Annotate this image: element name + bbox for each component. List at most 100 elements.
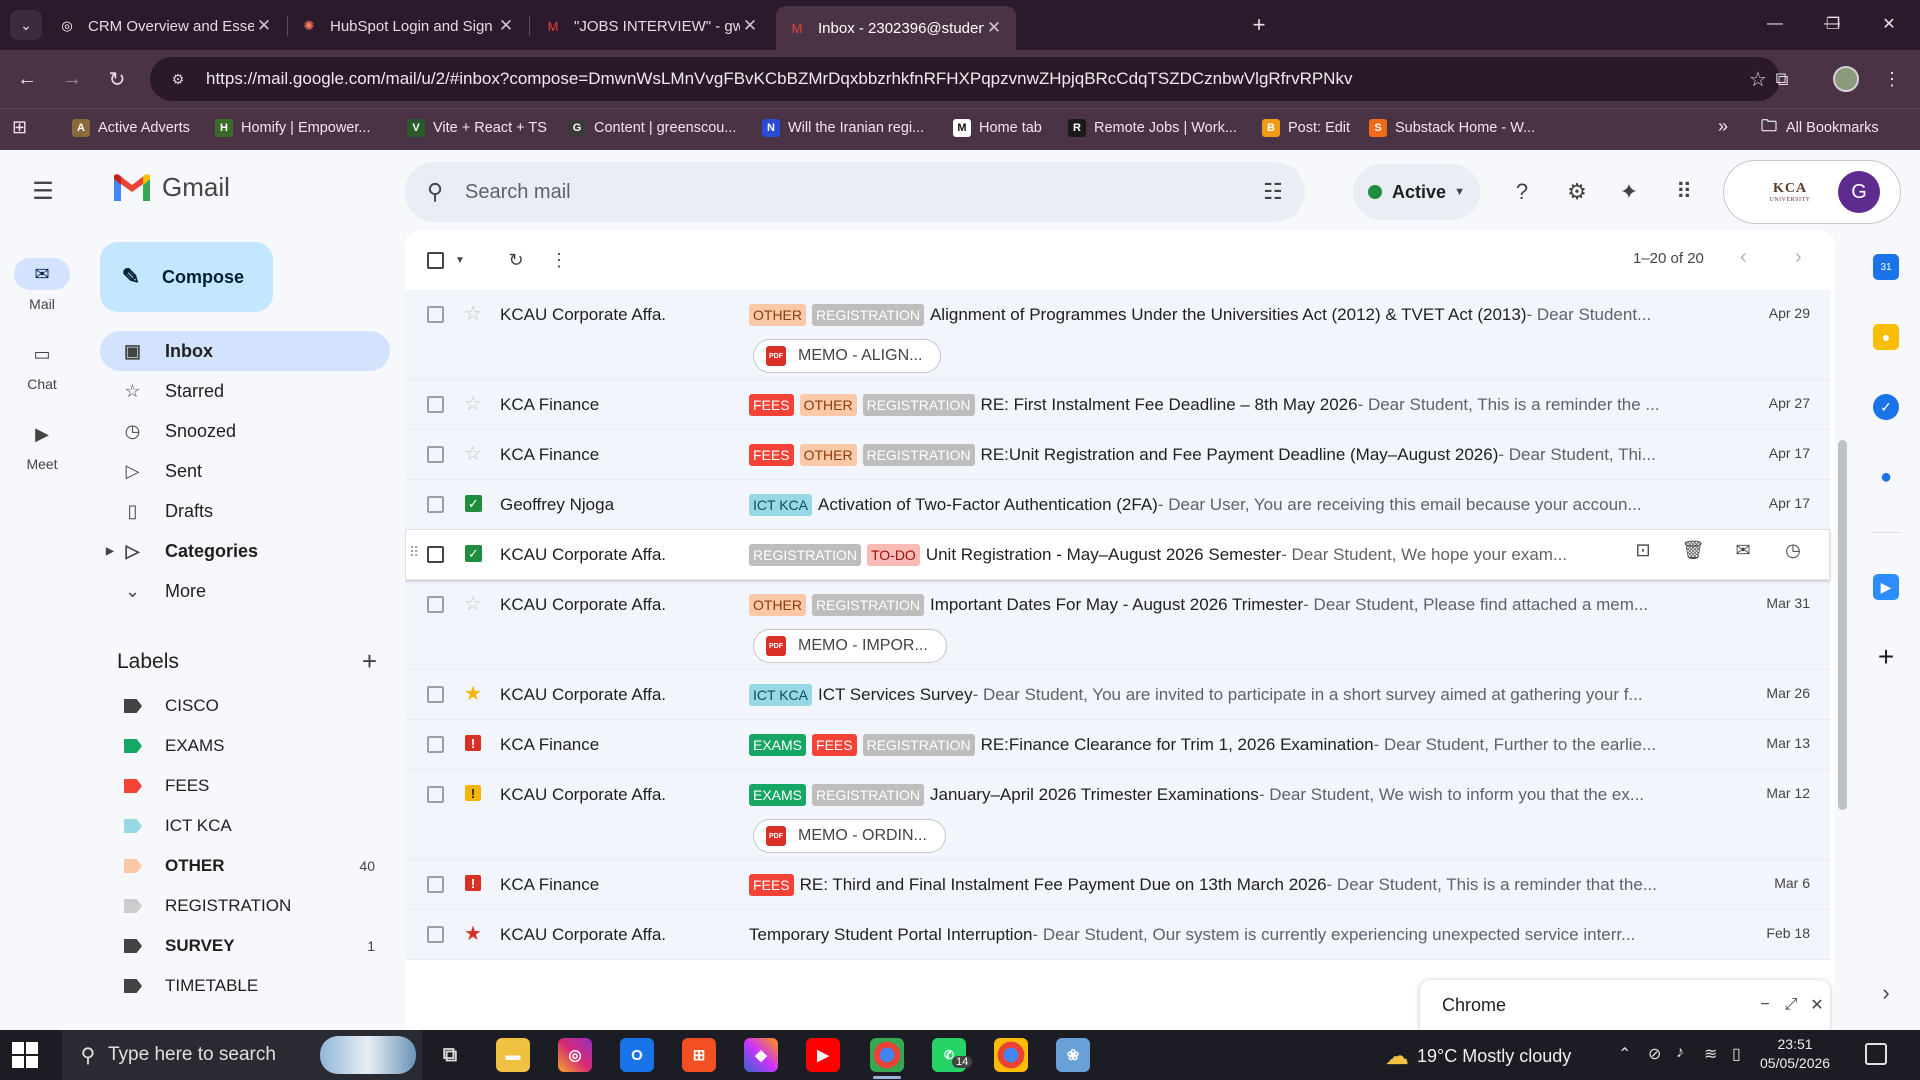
app-icon[interactable]: ❀ [1056,1038,1090,1072]
bookmark-item[interactable]: R Remote Jobs | Work... [1068,119,1237,137]
red-star-icon[interactable]: ★ [462,922,484,945]
rail-item-chat[interactable]: ▭ Chat [12,338,72,393]
email-line[interactable]: ✓ Geoffrey Njoga ICT KCA Activation of Two-… [405,480,1830,529]
browser-tab[interactable]: M "JOBS INTERVIEW" - gwangeshi✕ [532,6,772,46]
older-page-icon[interactable]: › [1795,246,1802,269]
outlook-icon[interactable]: O [620,1038,654,1072]
mail-list-scrollbar[interactable] [1836,290,1848,1030]
battery-icon[interactable]: ▯ [1732,1044,1741,1064]
select-all-checkbox[interactable] [427,246,444,274]
attachment-chip[interactable]: PDF MEMO - ALIGN... [753,339,942,373]
refresh-icon[interactable]: ↻ [501,246,531,274]
email-row[interactable]: ✓ Geoffrey Njoga ICT KCA Activation of Two-… [405,480,1830,530]
email-row[interactable]: ! KCA Finance EXAMS FEES REGISTRATION RE:Fina… [405,720,1830,770]
calendar-icon[interactable]: 31 [1873,254,1899,280]
email-line[interactable]: ⠿ ✓ KCAU Corporate Affa. REGISTRATION TO-DO U… [405,530,1830,579]
archive-icon[interactable]: ⊡ [1618,540,1668,561]
label-chip[interactable]: REGISTRATION [862,444,975,466]
label-item[interactable]: REGISTRATION [100,886,390,926]
taskbar-search-input[interactable]: Type here to search [108,1044,276,1066]
file-explorer-icon[interactable]: ▬ [496,1038,530,1072]
google-apps-icon[interactable]: ⠿ [1667,175,1701,209]
label-chip[interactable]: OTHER [799,444,857,466]
label-item[interactable]: CISCO [100,686,390,726]
yellow-bang-icon[interactable]: ! [465,785,481,801]
email-checkbox[interactable] [427,596,444,613]
url-text[interactable]: https://mail.google.com/mail/u/2/#inbox?… [206,69,1736,89]
status-button[interactable]: Active ▼ [1353,164,1480,220]
chrome-profile-icon[interactable] [994,1038,1028,1072]
close-tab-icon[interactable]: ✕ [496,16,516,36]
drag-handle-icon[interactable]: ⠿ [409,544,419,561]
forward-button[interactable]: → [57,64,87,94]
bookmark-item[interactable]: G Content | greenscou... [568,119,736,137]
browser-tab[interactable]: ✺ HubSpot Login and Sign in ✕ [288,6,528,46]
email-row[interactable]: ! KCAU Corporate Affa. EXAMS REGISTRATION Ja… [405,770,1830,860]
email-row[interactable]: ☆ KCA Finance FEES OTHER REGISTRATION RE:Unit… [405,430,1830,480]
gmail-logo[interactable]: Gmail [112,172,230,203]
nav-item-sent[interactable]: ▷ Sent [100,451,390,491]
label-chip[interactable]: ICT KCA [749,494,812,516]
bookmark-item[interactable]: V Vite + React + TS [407,119,547,137]
browser-tab[interactable]: M Inbox - 2302396@students.kcau✕ [776,6,1016,50]
tab-search-button[interactable]: ⌄ [10,10,42,40]
expand-arrow-icon[interactable]: ▶ [106,546,114,557]
instagram-icon[interactable]: ◎ [558,1038,592,1072]
close-tab-icon[interactable]: ✕ [254,16,274,36]
star-icon[interactable]: ☆ [462,442,484,465]
email-line[interactable]: ☆ KCAU Corporate Affa. OTHER REGISTRATION Al… [405,290,1830,339]
bookmark-item[interactable]: M Home tab [953,119,1042,137]
more-actions-icon[interactable]: ⋮ [549,246,569,274]
email-checkbox[interactable] [427,496,444,513]
label-chip[interactable]: REGISTRATION [862,394,975,416]
gemini-sparkle-icon[interactable]: ✦ [1612,175,1646,209]
main-menu-icon[interactable]: ☰ [28,176,58,206]
label-chip[interactable]: OTHER [749,304,806,326]
task-view-icon[interactable]: ⧉ [433,1038,467,1072]
star-icon[interactable]: ☆ [462,302,484,325]
apps-grid-icon[interactable]: ⊞ [12,117,27,138]
email-checkbox[interactable] [427,926,444,943]
email-checkbox[interactable] [427,786,444,803]
star-icon[interactable]: ☆ [462,592,484,615]
close-tab-icon[interactable]: ✕ [740,16,760,36]
nav-item-drafts[interactable]: ▯ Drafts [100,491,390,531]
nav-item-snoozed[interactable]: ◷ Snoozed [100,411,390,451]
label-item[interactable]: SURVEY 1 [100,926,390,966]
copilot-icon[interactable]: ◆ [744,1038,778,1072]
nav-item-more[interactable]: ⌄ More [100,571,390,611]
email-line[interactable]: ★ KCAU Corporate Affa. Temporary Student P… [405,910,1830,959]
reload-button[interactable]: ↻ [102,64,132,94]
green-check-icon[interactable]: ✓ [465,545,482,562]
email-checkbox[interactable] [427,446,444,463]
delete-icon[interactable]: 🗑 [1668,540,1718,561]
mark-unread-icon[interactable]: ✉ [1718,540,1768,561]
label-item[interactable]: TIMETABLE [100,966,390,1006]
label-chip[interactable]: OTHER [749,594,806,616]
bookmark-item[interactable]: A Active Adverts [72,119,190,137]
email-checkbox[interactable] [427,546,444,563]
search-input[interactable]: Search mail [465,181,1241,204]
email-row[interactable]: ★ KCAU Corporate Affa. ICT KCA ICT Services… [405,670,1830,720]
email-checkbox[interactable] [427,396,444,413]
email-checkbox[interactable] [427,306,444,323]
tasks-icon[interactable]: ✓ [1873,394,1899,420]
label-chip[interactable]: REGISTRATION [812,594,924,616]
label-chip[interactable]: FEES [749,874,794,896]
label-chip[interactable]: REGISTRATION [862,734,975,756]
weather-widget[interactable]: ☁ 19°C Mostly cloudy [1385,1042,1571,1071]
help-icon[interactable]: ? [1505,175,1539,209]
email-line[interactable]: ★ KCAU Corporate Affa. ICT KCA ICT Services… [405,670,1830,719]
settings-gear-icon[interactable]: ⚙ [1560,175,1594,209]
label-chip[interactable]: REGISTRATION [812,784,924,806]
label-chip[interactable]: TO-DO [866,544,920,566]
bookmark-item[interactable]: B Post: Edit [1262,119,1350,137]
address-bar[interactable]: ⚙ https://mail.google.com/mail/u/2/#inbo… [150,57,1780,101]
email-row[interactable]: ☆ KCAU Corporate Affa. OTHER REGISTRATION Al… [405,290,1830,380]
starred-icon[interactable]: ★ [462,682,484,705]
microsoft-store-icon[interactable]: ⊞ [682,1038,716,1072]
taskbar-search[interactable]: ⚲ Type here to search [62,1030,422,1080]
label-chip[interactable]: REGISTRATION [812,304,924,326]
email-line[interactable]: ☆ KCA Finance FEES OTHER REGISTRATION RE:Unit… [405,430,1830,479]
search-options-icon[interactable]: ☷ [1241,179,1305,205]
